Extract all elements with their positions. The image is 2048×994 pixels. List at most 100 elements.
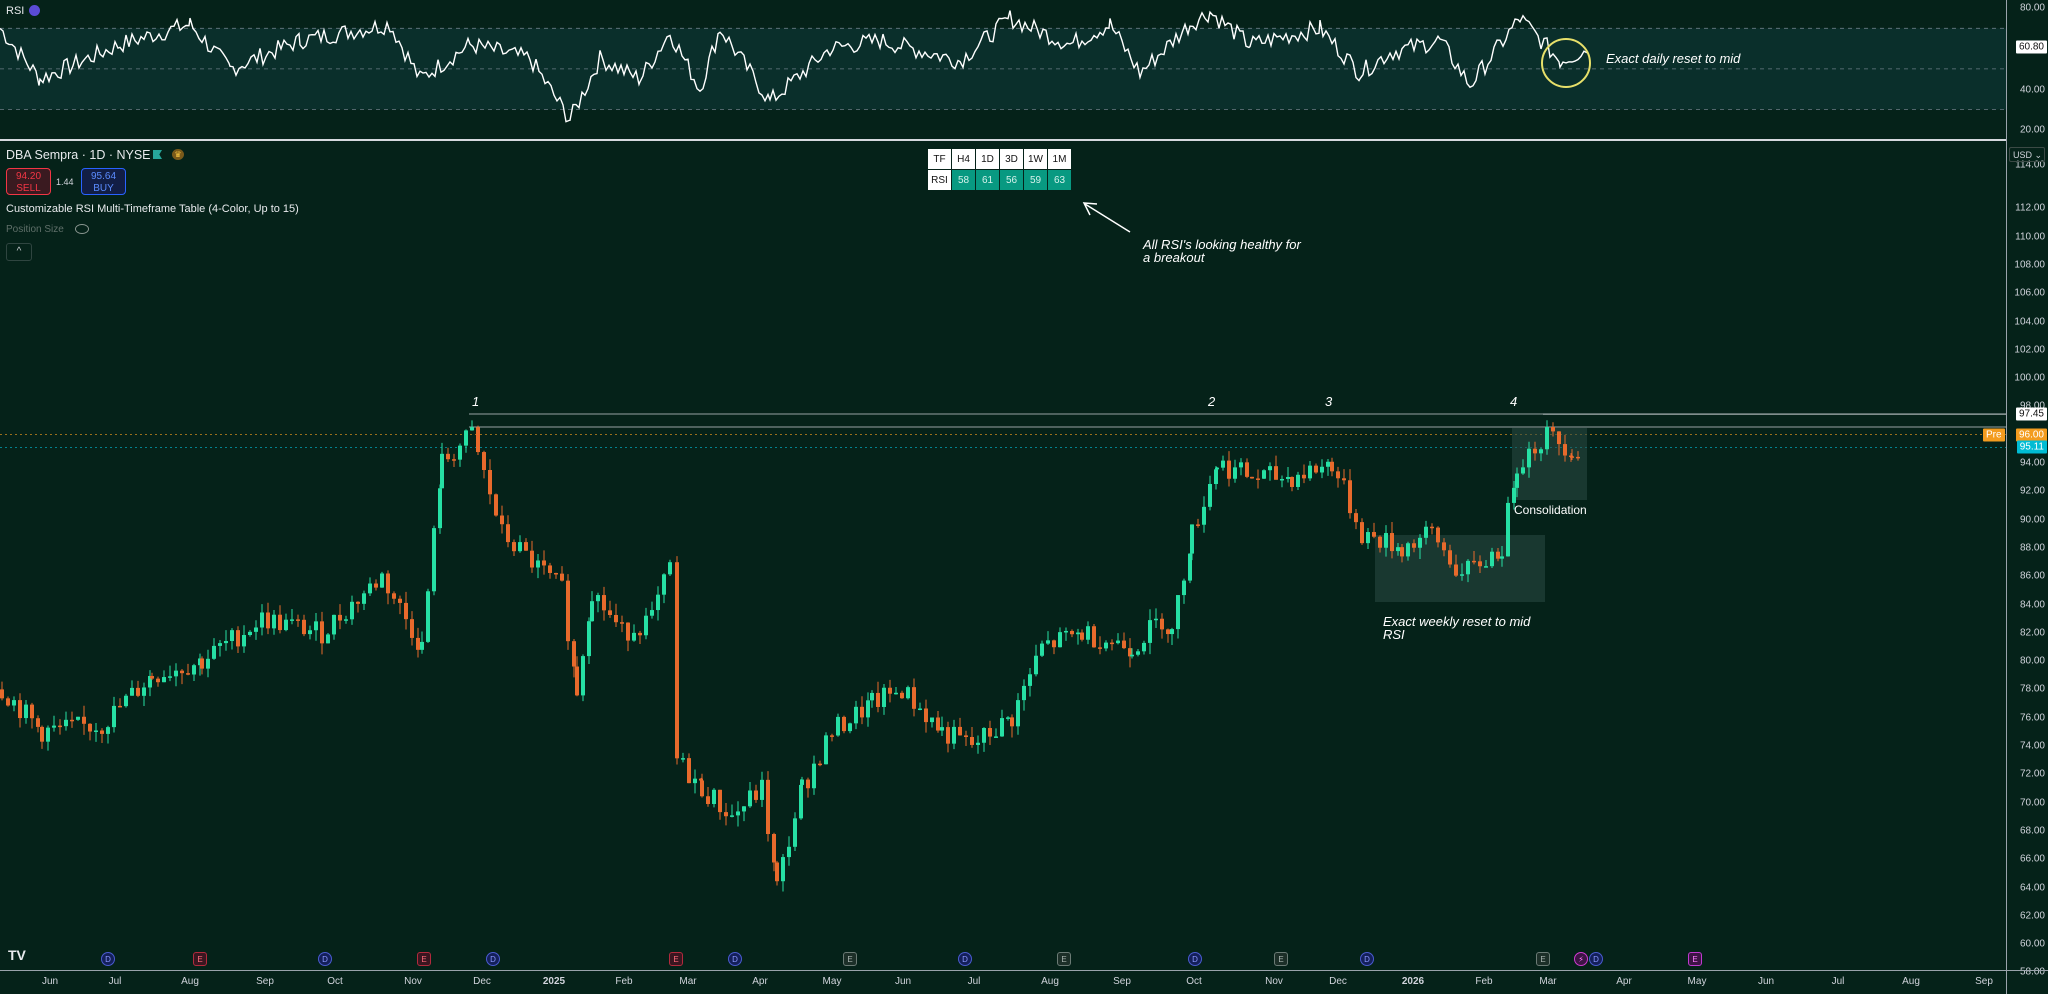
candle-body [1424, 526, 1428, 538]
buy-price: 95.64 [90, 171, 117, 182]
table-cell: 63 [1047, 169, 1072, 191]
earnings-event-icon[interactable]: E [1536, 952, 1550, 966]
annotation-daily-reset[interactable]: Exact daily reset to mid [1606, 52, 1740, 65]
touch-label-4[interactable]: 4 [1510, 394, 1517, 409]
indicator-settings-icon[interactable] [29, 5, 40, 16]
candle-body [554, 572, 558, 575]
axis-settings-corner[interactable] [2006, 970, 2048, 994]
candle-body [1092, 626, 1096, 648]
buy-button[interactable]: 95.64 BUY [81, 168, 126, 195]
candle-body [296, 619, 300, 621]
candle-body [70, 719, 74, 722]
candle-body [560, 573, 564, 581]
earnings-event-icon[interactable]: E [669, 952, 683, 966]
time-axis-label: Jul [1831, 976, 1845, 987]
candle-body [1098, 647, 1102, 649]
candle-body [1166, 629, 1170, 635]
table-row-label: RSI [927, 169, 952, 191]
time-axis-label: Aug [1902, 976, 1920, 987]
candle-body [326, 634, 330, 644]
dividend-event-icon[interactable]: D [101, 952, 115, 966]
earnings-event-icon[interactable]: E [193, 952, 207, 966]
candle-body [1190, 524, 1194, 554]
touch-label-1[interactable]: 1 [472, 394, 479, 409]
symbol-title[interactable]: DBA Sempra · 1D · NYSE [6, 148, 151, 162]
dividend-event-icon[interactable]: D [318, 952, 332, 966]
candle-body [1250, 476, 1254, 479]
candle-body [1436, 527, 1440, 543]
dividend-event-icon[interactable]: D [1589, 952, 1603, 966]
candle-body [952, 726, 956, 744]
candle-body [842, 716, 846, 732]
candle-body [272, 614, 276, 629]
touch-label-3[interactable]: 3 [1325, 394, 1332, 409]
candle-body [1466, 560, 1470, 575]
annotation-line: Exact weekly reset to mid [1383, 614, 1531, 629]
chart-canvas [0, 10, 2006, 892]
candle-body [350, 601, 354, 620]
earnings-event-icon[interactable]: E [1274, 952, 1288, 966]
candle-body [1460, 574, 1464, 576]
candle-body [248, 631, 252, 636]
candle-body [748, 790, 752, 807]
annotation-weekly-reset[interactable]: Exact weekly reset to mid RSI [1383, 615, 1530, 641]
candle-body [988, 728, 992, 737]
sell-label: SELL [16, 183, 41, 194]
price-axis[interactable]: 80.00 60.80 40.00 20.00 114.00 112.00 110… [2006, 0, 2048, 978]
candle-body [1016, 700, 1020, 727]
price-axis-tick: 90.00 [2019, 514, 2045, 526]
candle-body [1142, 642, 1146, 652]
candle-body [1372, 532, 1376, 537]
dividend-event-icon[interactable]: D [1360, 952, 1374, 966]
currency-label: USD [2013, 150, 2033, 160]
high-line-badge: 97.45 [2015, 407, 2047, 421]
rsi-axis-tick: 80.00 [2019, 2, 2045, 14]
candle-body [854, 706, 858, 724]
price-axis-tick: 106.00 [2014, 287, 2045, 299]
indicator-name[interactable]: Customizable RSI Multi-Timeframe Table (… [6, 203, 299, 215]
candle-body [308, 630, 312, 635]
candle-body [94, 730, 98, 732]
table-header-cell: 1M [1047, 148, 1072, 170]
candle-body [302, 619, 306, 635]
tradingview-logo[interactable]: TV [8, 947, 26, 963]
candle-body [254, 627, 258, 632]
dividend-event-icon[interactable]: D [1188, 952, 1202, 966]
position-size-label[interactable]: Position Size [6, 224, 64, 235]
dividend-event-icon[interactable]: D [486, 952, 500, 966]
candle-body [1136, 651, 1140, 655]
earnings-event-icon[interactable]: E [417, 952, 431, 966]
candle-body [712, 789, 716, 804]
price-axis-tick: 60.00 [2019, 938, 2045, 950]
currency-select[interactable]: USD ⌄ [2009, 147, 2045, 162]
candle-body [700, 780, 704, 797]
touch-label-2[interactable]: 2 [1208, 394, 1215, 409]
candle-body [1110, 642, 1114, 645]
annotation-line: a breakout [1143, 250, 1205, 265]
dividend-event-icon[interactable]: D [728, 952, 742, 966]
collapse-legend-button[interactable]: ^ [6, 243, 32, 261]
candle-body [506, 524, 510, 543]
candle-body [180, 670, 184, 674]
candle-body [818, 763, 822, 766]
annotation-consolidation[interactable]: Consolidation [1514, 503, 1587, 517]
earnings-event-icon[interactable]: E [1688, 952, 1702, 966]
candle-body [1280, 478, 1284, 481]
table-header-cell: 1W [1023, 148, 1048, 170]
eye-icon[interactable] [75, 224, 89, 234]
candle-body [200, 658, 204, 669]
earnings-event-icon[interactable]: E [1057, 952, 1071, 966]
candle-body [432, 528, 436, 592]
time-axis[interactable]: Jun Jul Aug Sep Oct Nov Dec 2025 Feb Mar Apr May Jun… [0, 970, 2006, 994]
price-axis-tick: 108.00 [2014, 259, 2045, 271]
time-axis-label: Aug [181, 976, 199, 987]
annotation-rsi-healthy[interactable]: All RSI's looking healthy for a breakout [1143, 238, 1301, 264]
sell-button[interactable]: 94.20 SELL [6, 168, 51, 195]
crown-icon[interactable]: ♛ [172, 149, 184, 160]
rsi-indicator-title[interactable]: RSI [6, 5, 24, 17]
dividend-event-icon[interactable]: D [958, 952, 972, 966]
earnings-event-icon[interactable]: E [843, 952, 857, 966]
candle-body [150, 676, 154, 679]
candle-body [638, 632, 642, 636]
split-event-icon[interactable]: ⚡ [1574, 952, 1588, 966]
